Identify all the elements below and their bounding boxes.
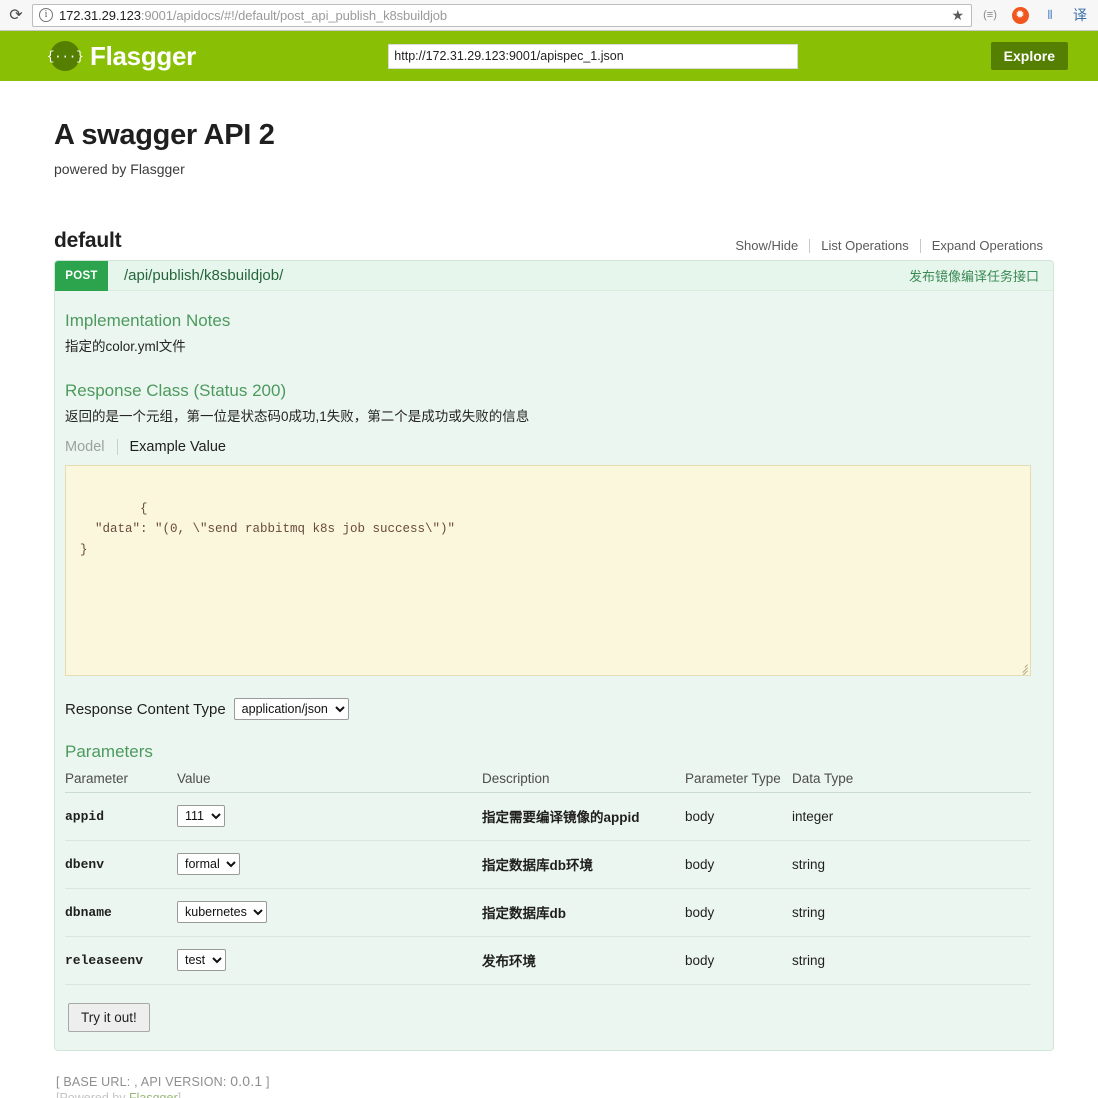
- translate-icon[interactable]: 译: [1068, 4, 1092, 26]
- implementation-notes-title: Implementation Notes: [65, 311, 231, 330]
- footer-base-url-text: [ BASE URL: , API VERSION:: [56, 1075, 231, 1089]
- api-info: A swagger API 2 powered by Flasgger: [54, 81, 1054, 177]
- table-row: dbenv formal 指定数据库db环境 body string: [65, 840, 1031, 889]
- col-parameter-type: Parameter Type: [685, 768, 792, 793]
- show-hide-link[interactable]: Show/Hide: [724, 238, 809, 253]
- operation-path[interactable]: /api/publish/k8sbuildjob/: [108, 267, 909, 284]
- url-path: :9001/apidocs/#!/default/post_api_publis…: [140, 7, 448, 23]
- param-description: 指定数据库db环境: [482, 840, 685, 889]
- table-row: dbname kubernetes 指定数据库db body string: [65, 888, 1031, 937]
- param-value-select-dbenv[interactable]: formal: [177, 853, 240, 875]
- page-content: A swagger API 2 powered by Flasgger defa…: [0, 81, 1098, 1098]
- param-type: body: [685, 888, 792, 937]
- param-value-cell: formal: [177, 840, 482, 889]
- expand-operations-link[interactable]: Expand Operations: [921, 238, 1054, 253]
- implementation-notes-text: 指定的color.yml文件: [65, 339, 186, 354]
- address-bar-text: 172.31.29.123:9001/apidocs/#!/default/po…: [59, 8, 942, 23]
- param-type: body: [685, 792, 792, 841]
- page-subtitle: powered by Flasgger: [54, 161, 185, 177]
- response-content-type-row: Response Content Type application/json: [65, 698, 1031, 720]
- param-name: releaseenv: [65, 936, 177, 985]
- param-description: 发布环境: [482, 936, 685, 985]
- col-parameter: Parameter: [65, 768, 177, 793]
- http-method-badge: POST: [55, 261, 108, 291]
- param-description: 指定需要编译镜像的appid: [482, 792, 685, 841]
- browser-toolbar: ⟳ i 172.31.29.123:9001/apidocs/#!/defaul…: [0, 0, 1098, 31]
- footer-powered-prefix: [Powered by: [56, 1091, 129, 1098]
- operation-post-k8sbuildjob: POST /api/publish/k8sbuildjob/ 发布镜像编译任务接…: [54, 260, 1054, 1051]
- bookmark-star-icon[interactable]: ★: [948, 7, 967, 24]
- col-data-type: Data Type: [792, 768, 1031, 793]
- flasgger-header: {···} Flasgger Explore: [0, 31, 1098, 81]
- resize-handle-icon[interactable]: [1016, 661, 1028, 675]
- col-description: Description: [482, 768, 685, 793]
- spec-url-input[interactable]: [388, 43, 799, 69]
- tab-example-value[interactable]: Example Value: [116, 439, 238, 455]
- param-data-type: string: [792, 936, 1031, 985]
- param-value-select-dbname[interactable]: kubernetes: [177, 901, 267, 923]
- url-host: 172.31.29.123: [59, 7, 141, 23]
- brand-logo[interactable]: {···} Flasgger: [47, 40, 196, 72]
- col-value: Value: [177, 768, 482, 793]
- param-value-cell: kubernetes: [177, 888, 482, 937]
- flasgger-link[interactable]: Flasgger: [129, 1091, 178, 1098]
- footer-base-url: [ BASE URL: , API VERSION: 0.0.1 ]: [56, 1073, 1054, 1089]
- footer-powered-by: [Powered by Flasgger]: [56, 1091, 1054, 1098]
- address-bar[interactable]: i 172.31.29.123:9001/apidocs/#!/default/…: [32, 3, 972, 27]
- reader-mode-icon[interactable]: (≡): [978, 4, 1002, 26]
- param-type: body: [685, 840, 792, 889]
- param-value-select-appid[interactable]: 111: [177, 805, 225, 827]
- table-header-row: Parameter Value Description Parameter Ty…: [65, 768, 1031, 793]
- param-name: dbenv: [65, 840, 177, 889]
- list-operations-link[interactable]: List Operations: [810, 238, 919, 253]
- tab-model[interactable]: Model: [65, 439, 117, 455]
- model-tabs: Model Example Value: [65, 439, 1031, 455]
- table-row: releaseenv test 发布环境 body string: [65, 936, 1031, 985]
- example-value-text: { "data": "(0, \"send rabbitmq k8s job s…: [80, 501, 456, 557]
- param-data-type: string: [792, 840, 1031, 889]
- spec-url-form: [196, 43, 991, 69]
- operation-summary: 发布镜像编译任务接口: [908, 269, 1039, 284]
- footer-api-version: 0.0.1: [230, 1073, 263, 1089]
- page-title: A swagger API 2: [54, 119, 275, 151]
- response-content-type-select[interactable]: application/json: [233, 698, 349, 720]
- param-description: 指定数据库db: [482, 888, 685, 937]
- explore-button[interactable]: Explore: [990, 42, 1068, 70]
- footer-powered-suffix: ]: [177, 1091, 182, 1098]
- footer: [ BASE URL: , API VERSION: 0.0.1 ] [Powe…: [54, 1051, 1054, 1098]
- response-class-text: 返回的是一个元组，第一位是状态码0成功,1失败，第二个是成功或失败的信息: [65, 409, 530, 424]
- extension-orange-icon[interactable]: ✹: [1008, 4, 1032, 26]
- param-data-type: string: [792, 888, 1031, 937]
- resource-name[interactable]: default: [54, 229, 122, 253]
- table-row: appid 111 指定需要编译镜像的appid body integer: [65, 792, 1031, 841]
- parameters-title: Parameters: [65, 742, 153, 761]
- extension-blue-icon[interactable]: ⫴: [1038, 4, 1062, 26]
- param-value-cell: test: [177, 936, 482, 985]
- param-name: appid: [65, 792, 177, 841]
- footer-bracket: ]: [262, 1075, 270, 1089]
- param-data-type: integer: [792, 792, 1031, 841]
- operation-header[interactable]: POST /api/publish/k8sbuildjob/ 发布镜像编译任务接…: [55, 261, 1053, 291]
- resource-header: default Show/Hide List Operations Expand…: [54, 229, 1054, 260]
- param-type: body: [685, 936, 792, 985]
- orange-badge: ✹: [1011, 6, 1029, 24]
- site-info-icon[interactable]: i: [39, 8, 53, 22]
- param-value-select-releaseenv[interactable]: test: [177, 949, 226, 971]
- try-it-out-button[interactable]: Try it out!: [68, 1003, 150, 1032]
- response-content-type-label: Response Content Type: [65, 700, 226, 718]
- brand-name: Flasgger: [90, 40, 196, 71]
- resource-options: Show/Hide List Operations Expand Operati…: [724, 238, 1054, 253]
- parameters-table: Parameter Value Description Parameter Ty…: [65, 768, 1031, 985]
- braces-icon: {···}: [47, 41, 84, 71]
- operation-body: Implementation Notes 指定的color.yml文件 Resp…: [55, 291, 1053, 1050]
- param-value-cell: 111: [177, 792, 482, 841]
- response-class-title: Response Class (Status 200): [65, 381, 287, 400]
- example-value-box[interactable]: { "data": "(0, \"send rabbitmq k8s job s…: [65, 465, 1031, 676]
- param-name: dbname: [65, 888, 177, 937]
- reload-icon[interactable]: ⟳: [6, 5, 26, 25]
